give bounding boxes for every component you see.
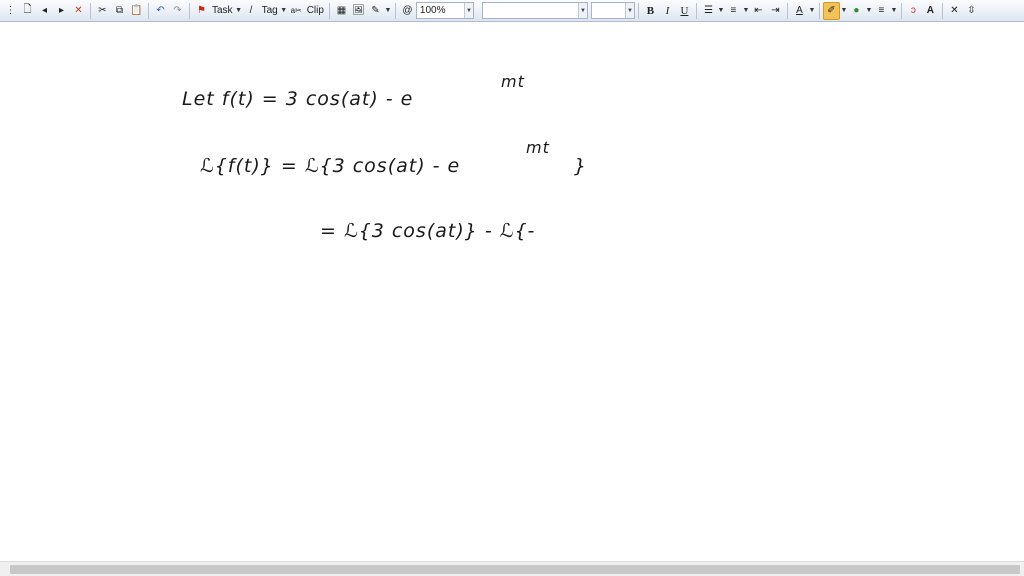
toolbar-separator <box>90 2 91 19</box>
increase-indent-icon[interactable]: ⇥ <box>767 2 784 20</box>
toolbar-separator <box>941 2 943 19</box>
bold-button[interactable]: B <box>642 2 659 20</box>
toolbar-separator <box>394 2 396 19</box>
new-page-icon[interactable]: 🗋 <box>19 2 36 20</box>
note-window: ⋮ 🗋 ◂ ▸ ✕ ✂ ⧉ 📋 ↶ ↷ ⚑ Task ▼ / Tag ▼ a✂ … <box>0 0 1024 576</box>
font-color-dropdown-icon[interactable]: ▼ <box>808 2 816 20</box>
font-size-dropdown-icon[interactable]: ▼ <box>624 3 634 18</box>
picture-icon[interactable]: 🖼 <box>350 2 367 20</box>
toolbar-handle-icon: ⋮ <box>5 5 16 16</box>
numbered-list-dropdown-icon[interactable]: ▼ <box>742 2 750 20</box>
bullet-list-icon[interactable]: ☰ <box>700 2 717 20</box>
insert-space-icon[interactable]: ⇳ <box>963 2 980 20</box>
tag-dropdown-icon[interactable]: ▼ <box>280 2 288 20</box>
handwritten-line-2: ℒ{f(t)} = ℒ{3 cos(at) - e <box>200 155 460 177</box>
tag-button[interactable]: Tag <box>260 2 280 20</box>
previous-page-icon[interactable]: ◂ <box>36 2 53 20</box>
numbered-list-icon[interactable]: ≡ <box>725 2 742 20</box>
next-page-icon[interactable]: ▸ <box>53 2 70 20</box>
paste-icon[interactable]: 📋 <box>128 2 145 20</box>
pen-dropdown-icon[interactable]: ▼ <box>384 2 392 20</box>
font-family-dropdown-icon[interactable]: ▼ <box>577 3 587 18</box>
toolbar-separator <box>148 2 149 19</box>
toolbar-separator <box>786 2 788 19</box>
delete-page-icon[interactable]: ✕ <box>70 2 87 20</box>
toolbar-separator <box>900 2 902 19</box>
clear-format-button[interactable]: A <box>922 2 939 20</box>
toolbar-separator <box>695 2 697 19</box>
task-button[interactable]: Task <box>210 2 235 20</box>
toolbar-separator <box>328 2 330 19</box>
toolbar-separator <box>818 2 820 19</box>
task-dropdown-icon[interactable]: ▼ <box>235 2 243 20</box>
italic-button[interactable]: I <box>659 2 676 20</box>
handwritten-line-2-exponent: mt <box>526 138 550 157</box>
link-icon[interactable]: @ <box>399 2 416 20</box>
copy-icon[interactable]: ⧉ <box>111 2 128 20</box>
pen-color-icon[interactable]: ● <box>848 2 865 20</box>
handwritten-line-1: Let f(t) = 3 cos(at) - e <box>182 88 413 110</box>
handwritten-line-1-exponent: mt <box>501 72 525 91</box>
handwriting-layer: Let f(t) = 3 cos(at) - e mt ℒ{f(t)} = ℒ{… <box>182 72 587 242</box>
pen-tool-icon[interactable]: ✎ <box>367 2 384 20</box>
clip-icon[interactable]: a✂ <box>288 2 305 20</box>
task-flag-icon[interactable]: ⚑ <box>193 2 210 20</box>
line-width-icon[interactable]: ≡ <box>873 2 890 20</box>
eraser-icon[interactable]: ✕ <box>946 2 963 20</box>
font-color-button[interactable]: A <box>791 2 808 20</box>
highlighter-dropdown-icon[interactable]: ▼ <box>840 2 848 20</box>
zoom-select[interactable]: 100% ▼ <box>415 2 474 19</box>
font-size-select[interactable]: ▼ <box>590 2 635 19</box>
undo-icon[interactable]: ↶ <box>152 2 169 20</box>
cut-icon[interactable]: ✂ <box>94 2 111 20</box>
lasso-select-icon[interactable]: ↄ <box>905 2 922 20</box>
line-width-dropdown-icon[interactable]: ▼ <box>890 2 898 20</box>
handwritten-line-3: = ℒ{3 cos(at)} - ℒ{- <box>320 220 535 242</box>
bullet-list-dropdown-icon[interactable]: ▼ <box>717 2 725 20</box>
scrollbar-thumb[interactable] <box>10 565 1020 574</box>
note-canvas[interactable]: Let f(t) = 3 cos(at) - e mt ℒ{f(t)} = ℒ{… <box>0 23 1024 561</box>
zoom-dropdown-icon[interactable]: ▼ <box>463 3 473 18</box>
highlighter-icon[interactable]: ✐ <box>822 1 840 20</box>
underline-button[interactable]: U <box>676 2 693 20</box>
table-icon[interactable]: ▦ <box>333 2 350 20</box>
zoom-value: 100% <box>419 5 446 16</box>
font-family-select[interactable]: ▼ <box>481 2 588 19</box>
horizontal-scrollbar[interactable] <box>0 561 1024 576</box>
redo-icon[interactable]: ↷ <box>169 2 186 20</box>
toolbar-separator <box>189 2 190 19</box>
handwritten-line-2-brace: } <box>574 155 587 177</box>
clip-button[interactable]: Clip <box>305 2 326 20</box>
toolbar: ⋮ 🗋 ◂ ▸ ✕ ✂ ⧉ 📋 ↶ ↷ ⚑ Task ▼ / Tag ▼ a✂ … <box>0 0 1024 22</box>
toolbar-separator <box>637 2 639 19</box>
decrease-indent-icon[interactable]: ⇤ <box>750 2 767 20</box>
tag-pen-icon[interactable]: / <box>243 2 260 20</box>
pen-color-dropdown-icon[interactable]: ▼ <box>865 2 873 20</box>
